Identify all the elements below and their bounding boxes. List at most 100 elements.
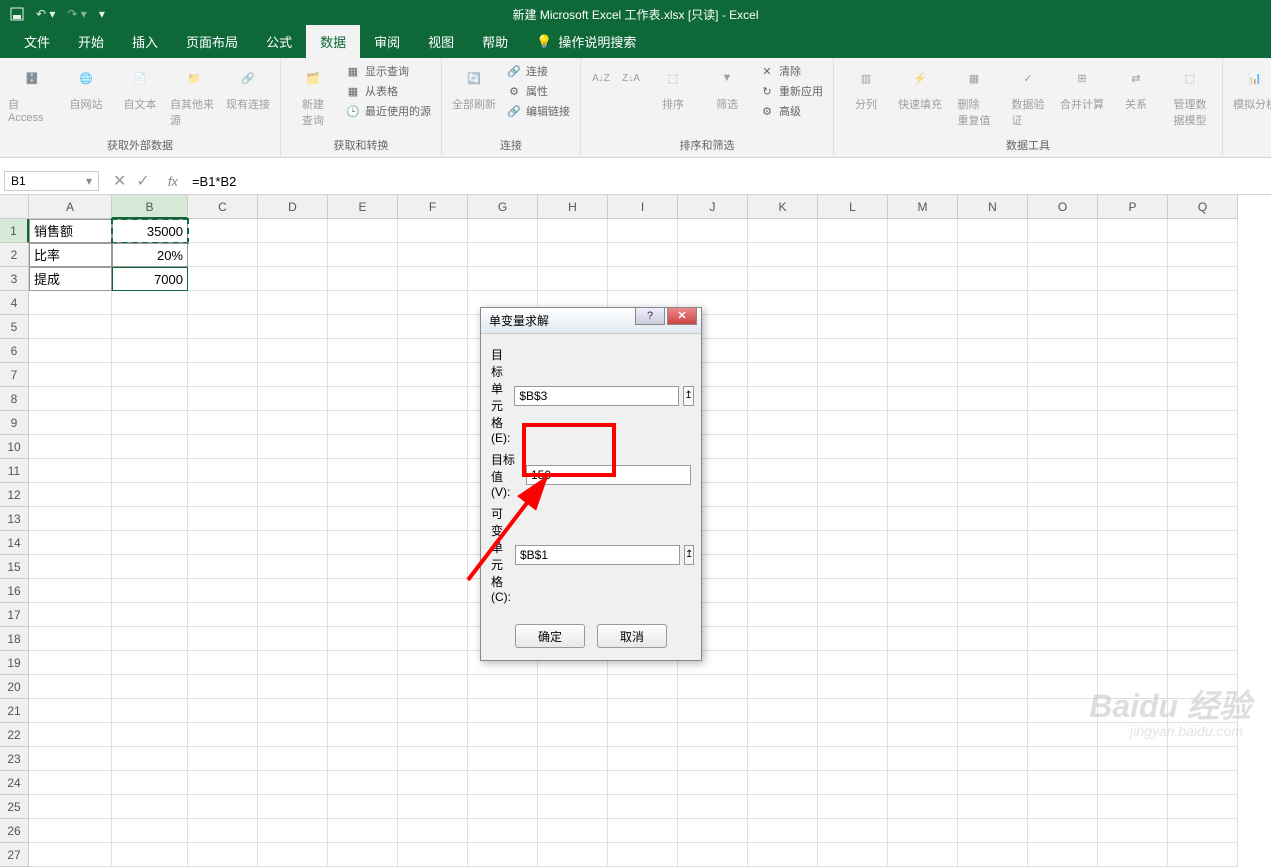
cell-Q17[interactable] [1168,603,1238,627]
cell-Q1[interactable] [1168,219,1238,243]
cell-D5[interactable] [258,315,328,339]
cell-I1[interactable] [608,219,678,243]
cell-Q5[interactable] [1168,315,1238,339]
cell-C26[interactable] [188,819,258,843]
cell-L6[interactable] [818,339,888,363]
cell-M11[interactable] [888,459,958,483]
cell-L26[interactable] [818,819,888,843]
cell-Q26[interactable] [1168,819,1238,843]
cell-K7[interactable] [748,363,818,387]
fx-icon[interactable]: fx [160,174,186,189]
cell-Q25[interactable] [1168,795,1238,819]
cell-A23[interactable] [29,747,112,771]
cell-D11[interactable] [258,459,328,483]
cell-L12[interactable] [818,483,888,507]
cell-P26[interactable] [1098,819,1168,843]
tab-view[interactable]: 视图 [414,25,468,58]
cell-F16[interactable] [398,579,468,603]
set-cell-range-picker[interactable]: ↥ [683,386,693,406]
cell-F4[interactable] [398,291,468,315]
cell-N9[interactable] [958,411,1028,435]
cell-G2[interactable] [468,243,538,267]
cell-D15[interactable] [258,555,328,579]
cell-M10[interactable] [888,435,958,459]
row-header-5[interactable]: 5 [0,315,29,339]
cell-A6[interactable] [29,339,112,363]
cell-L2[interactable] [818,243,888,267]
row-header-25[interactable]: 25 [0,795,29,819]
cell-C10[interactable] [188,435,258,459]
cell-Q9[interactable] [1168,411,1238,435]
cell-N15[interactable] [958,555,1028,579]
cell-D10[interactable] [258,435,328,459]
cell-L5[interactable] [818,315,888,339]
cell-M21[interactable] [888,699,958,723]
cell-E18[interactable] [328,627,398,651]
cell-B16[interactable] [112,579,188,603]
cell-B4[interactable] [112,291,188,315]
cell-Q24[interactable] [1168,771,1238,795]
cell-F3[interactable] [398,267,468,291]
tab-insert[interactable]: 插入 [118,25,172,58]
cell-P22[interactable] [1098,723,1168,747]
cell-D9[interactable] [258,411,328,435]
cell-Q27[interactable] [1168,843,1238,867]
cell-Q13[interactable] [1168,507,1238,531]
cell-F21[interactable] [398,699,468,723]
cell-E10[interactable] [328,435,398,459]
cell-F5[interactable] [398,315,468,339]
cell-O2[interactable] [1028,243,1098,267]
cell-M12[interactable] [888,483,958,507]
cell-M2[interactable] [888,243,958,267]
cell-H27[interactable] [538,843,608,867]
cell-B3[interactable]: 7000 [112,267,188,291]
cell-C2[interactable] [188,243,258,267]
cell-N26[interactable] [958,819,1028,843]
cell-K18[interactable] [748,627,818,651]
cell-M9[interactable] [888,411,958,435]
cell-P17[interactable] [1098,603,1168,627]
cell-D24[interactable] [258,771,328,795]
cell-G22[interactable] [468,723,538,747]
data-model-button[interactable]: ⬚管理数 据模型 [1166,62,1214,128]
cell-C11[interactable] [188,459,258,483]
row-header-4[interactable]: 4 [0,291,29,315]
enter-formula-icon[interactable]: ✓ [136,171,149,191]
edit-links-button[interactable]: 🔗编辑链接 [504,102,572,120]
cell-M26[interactable] [888,819,958,843]
cell-C15[interactable] [188,555,258,579]
cell-C6[interactable] [188,339,258,363]
cell-M22[interactable] [888,723,958,747]
cell-Q19[interactable] [1168,651,1238,675]
col-header-K[interactable]: K [748,195,818,219]
cell-L24[interactable] [818,771,888,795]
cell-B9[interactable] [112,411,188,435]
cell-P10[interactable] [1098,435,1168,459]
new-query-button[interactable]: 🗂️新建 查询 [289,62,337,128]
cell-A2[interactable]: 比率 [29,243,112,267]
redo-icon[interactable]: ↷ ▾ [67,7,86,21]
tab-help[interactable]: 帮助 [468,25,522,58]
cell-N22[interactable] [958,723,1028,747]
name-box[interactable]: B1 ▾ [4,171,99,191]
row-header-8[interactable]: 8 [0,387,29,411]
cell-K11[interactable] [748,459,818,483]
cell-G3[interactable] [468,267,538,291]
cell-I23[interactable] [608,747,678,771]
cell-B13[interactable] [112,507,188,531]
flash-fill-button[interactable]: ⚡快速填充 [896,62,944,112]
cell-E12[interactable] [328,483,398,507]
cell-O14[interactable] [1028,531,1098,555]
row-header-9[interactable]: 9 [0,411,29,435]
cell-C19[interactable] [188,651,258,675]
cell-P12[interactable] [1098,483,1168,507]
cell-A26[interactable] [29,819,112,843]
cell-F22[interactable] [398,723,468,747]
cell-E8[interactable] [328,387,398,411]
cell-B25[interactable] [112,795,188,819]
cell-D25[interactable] [258,795,328,819]
cell-C13[interactable] [188,507,258,531]
refresh-all-button[interactable]: 🔄全部刷新 [450,62,498,112]
cell-A8[interactable] [29,387,112,411]
cell-B17[interactable] [112,603,188,627]
